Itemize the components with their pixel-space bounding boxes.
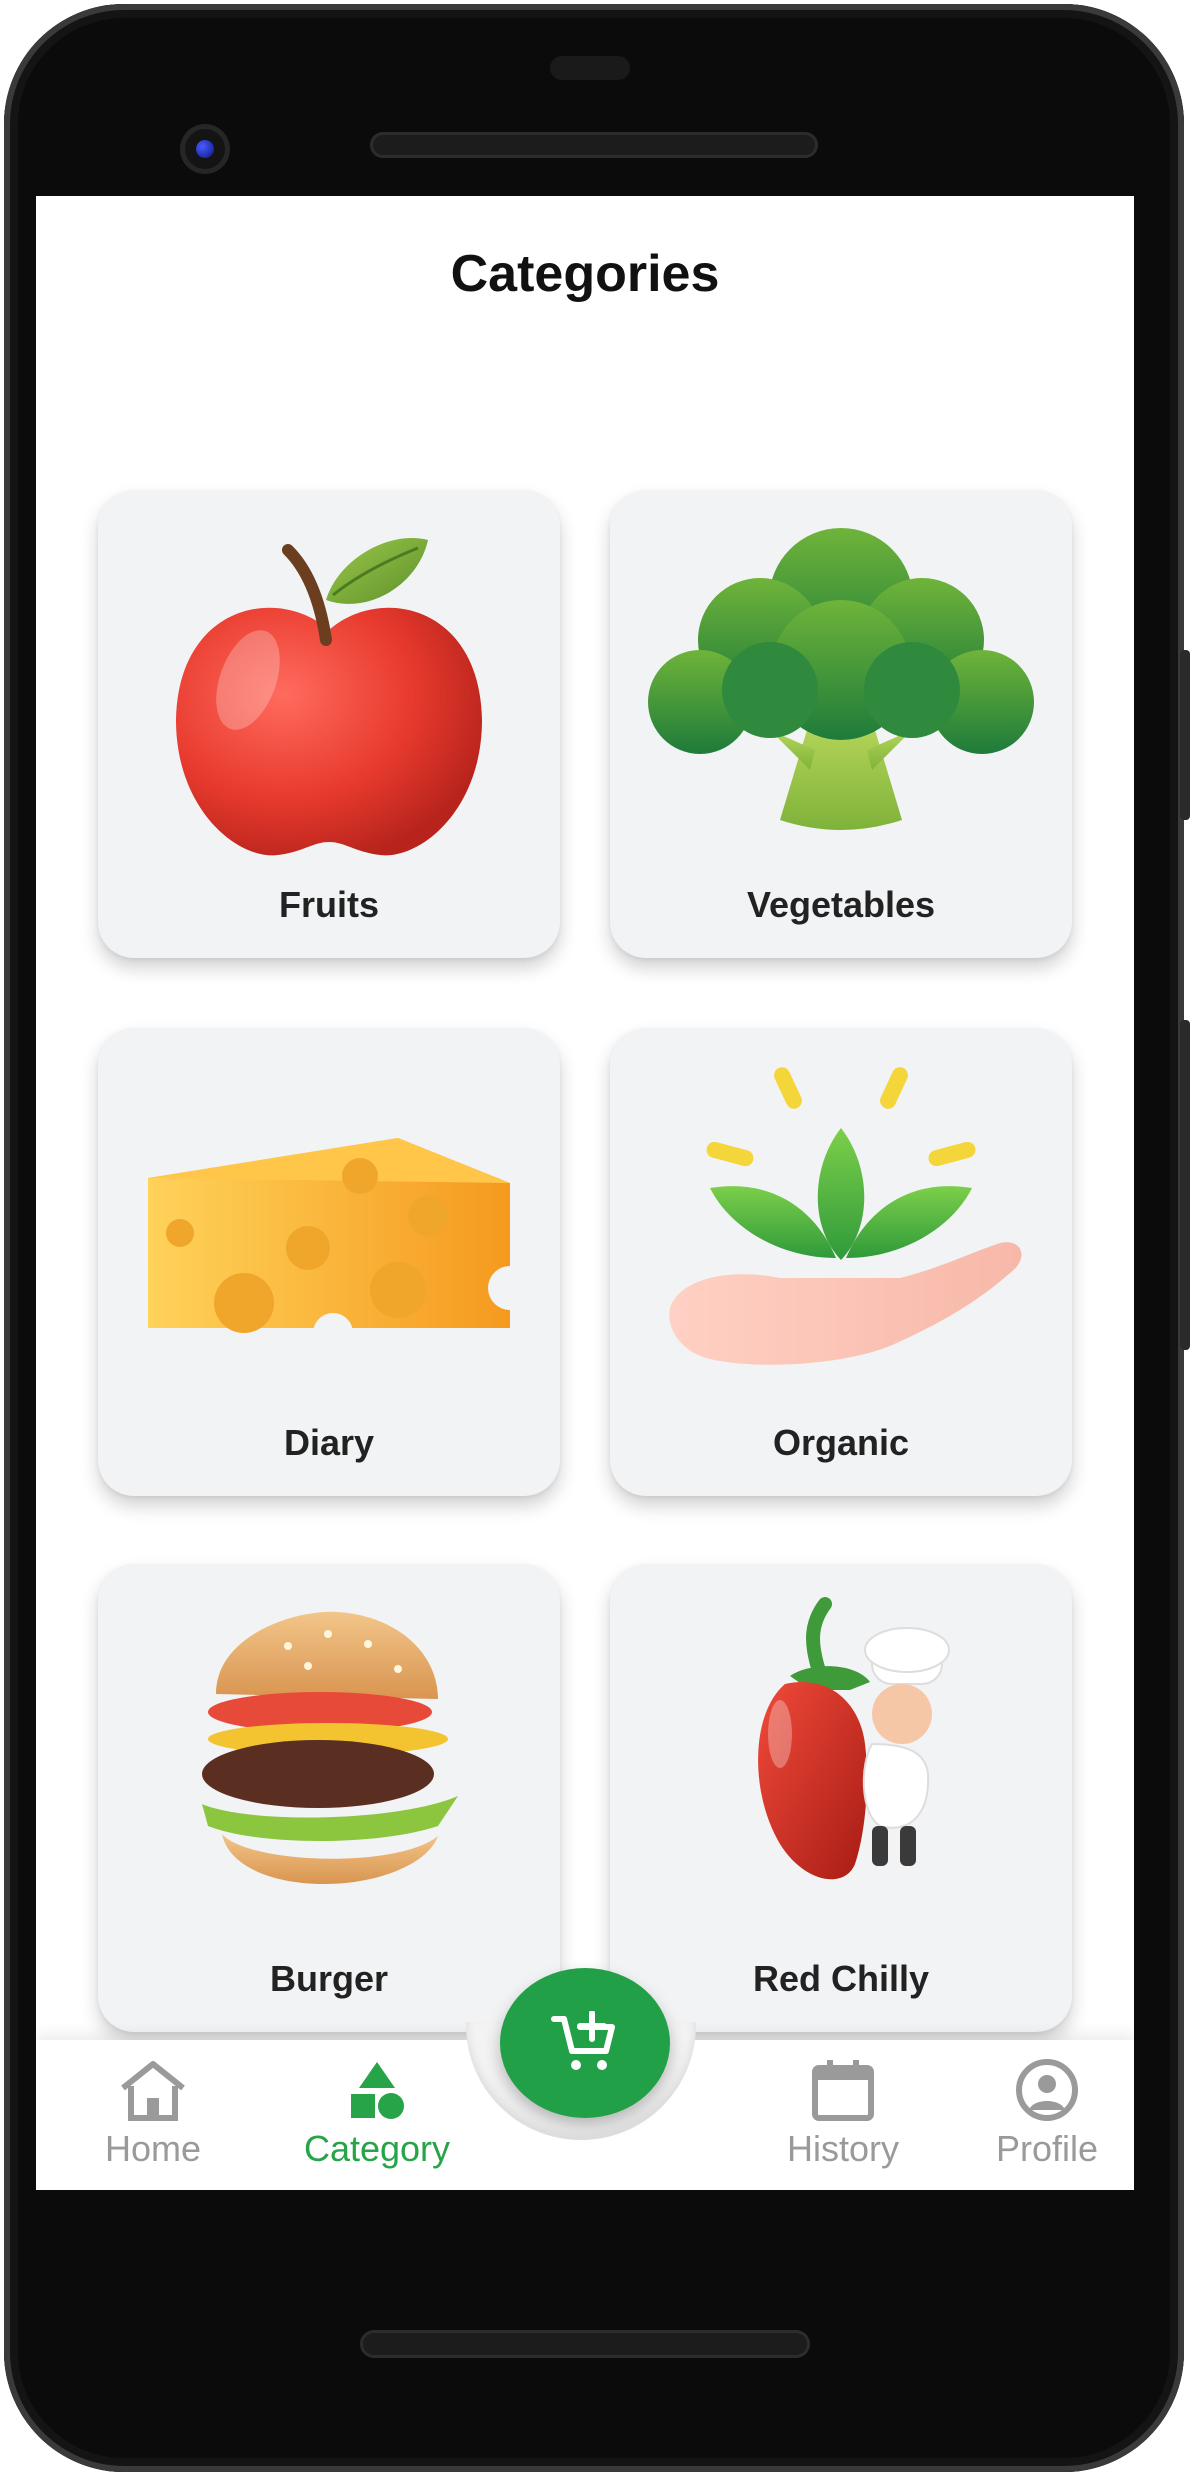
nav-item-history[interactable]: History [758,2054,928,2174]
apple-icon [176,538,482,856]
add-to-cart-icon [551,2011,615,2070]
category-card-fruits[interactable]: Fruits [98,490,560,958]
app-screen: Categories Fruits Vegetables Diary Organ… [36,196,1134,2190]
category-card-organic[interactable]: Organic [610,1028,1072,1496]
phone-frame: Categories Fruits Vegetables Diary Organ… [0,0,1194,2480]
category-label: Organic [772,1422,910,1463]
category-card-vegetables[interactable]: Vegetables [610,490,1072,958]
volume-button [1180,650,1190,820]
category-label: Red Chilly [752,1958,930,1999]
nav-item-home[interactable]: Home [68,2054,238,2174]
burger-icon [202,1611,458,1884]
home-icon [121,2061,185,2121]
profile-icon [1016,2059,1078,2121]
power-button [1180,1020,1190,1350]
category-label: Burger [269,1958,389,1999]
nav-label-home: Home [104,2128,202,2169]
category-card-diary[interactable]: Diary [98,1028,560,1496]
speaker-grille [370,132,818,158]
category-label: Diary [283,1422,375,1463]
plant-in-hand-icon [669,1067,1022,1365]
page-title: Categories [450,245,720,303]
nav-item-profile[interactable]: Profile [962,2054,1132,2174]
calendar-icon [812,2060,874,2121]
chilli-chef-icon [758,1597,950,1880]
nav-label-history: History [786,2128,899,2169]
category-label: Fruits [278,884,379,925]
bottom-speaker-grille [360,2330,810,2358]
broccoli-icon [648,528,1034,830]
category-label: Vegetables [746,884,936,925]
cheese-icon [148,1138,532,1353]
shapes-icon [351,2062,404,2119]
nav-item-category[interactable]: Category [292,2054,462,2174]
front-camera-icon [180,124,230,174]
nav-label-category: Category [303,2128,451,2169]
category-card-burger[interactable]: Burger [98,1564,560,2032]
sensor [550,56,630,80]
add-to-cart-button[interactable] [500,1968,670,2118]
nav-label-profile: Profile [995,2128,1099,2169]
category-card-red-chilly[interactable]: Red Chilly [610,1564,1072,2032]
